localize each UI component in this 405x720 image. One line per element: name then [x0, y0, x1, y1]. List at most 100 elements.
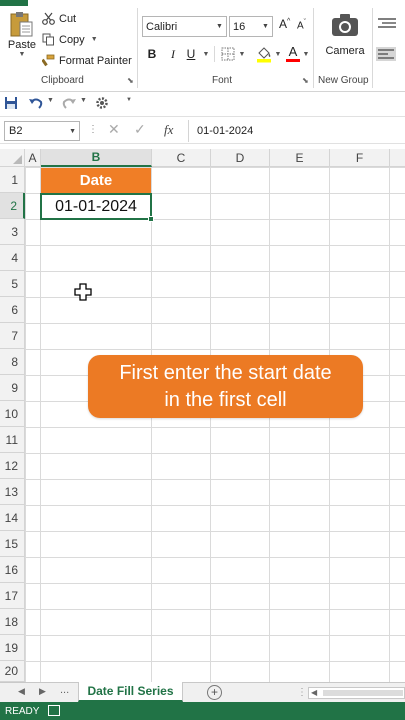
- underline-dropdown-icon[interactable]: ▼: [201, 44, 211, 64]
- macro-record-icon[interactable]: [48, 705, 60, 716]
- row-header-20[interactable]: 20: [0, 661, 25, 682]
- scroll-right-icon[interactable]: ▶: [39, 686, 46, 697]
- row-header-14[interactable]: 14: [0, 505, 25, 531]
- row-header-9[interactable]: 9: [0, 375, 25, 401]
- scissors-icon: [42, 12, 55, 25]
- grow-font-button[interactable]: A^: [279, 17, 290, 31]
- quick-access-toolbar: ▼ ▼ ▼: [0, 92, 405, 114]
- clipboard-launcher-icon[interactable]: ⬊: [127, 76, 134, 85]
- redo-button[interactable]: [61, 95, 77, 111]
- select-all-triangle-icon: [13, 155, 22, 164]
- name-box[interactable]: B2 ▼: [4, 121, 80, 141]
- row-header-15[interactable]: 15: [0, 531, 25, 557]
- borders-button[interactable]: [219, 44, 237, 64]
- cut-label: Cut: [59, 12, 77, 25]
- fill-color-button[interactable]: [254, 44, 274, 64]
- paste-button[interactable]: Paste ▼: [4, 10, 40, 72]
- copy-icon: [42, 33, 54, 46]
- row-header-2[interactable]: 2: [0, 193, 25, 219]
- fill-handle[interactable]: [148, 216, 154, 222]
- paste-icon: [10, 12, 33, 37]
- gear-icon: [96, 97, 108, 109]
- column-header-d[interactable]: D: [211, 149, 270, 167]
- redo-dropdown-icon[interactable]: ▼: [80, 97, 87, 104]
- cancel-icon[interactable]: ✕: [108, 121, 120, 138]
- column-header-f[interactable]: F: [330, 149, 390, 167]
- row-header-1[interactable]: 1: [0, 167, 25, 193]
- scroll-left-arrow-icon[interactable]: ◀: [311, 688, 317, 697]
- scrollbar-thumb[interactable]: [323, 690, 403, 696]
- worksheet-grid[interactable]: A B C D E F 1 2 3 4 5 6 7 8 9 10 11 12 1…: [0, 149, 405, 682]
- cell-b2-selected[interactable]: 01-01-2024: [40, 193, 152, 220]
- format-painter-button[interactable]: Format Painter: [42, 54, 132, 67]
- gridline: [210, 167, 211, 682]
- font-color-dropdown-icon[interactable]: ▼: [301, 44, 311, 64]
- up-caret-icon: ^: [287, 18, 291, 25]
- camera-button[interactable]: Camera: [318, 12, 372, 57]
- italic-button[interactable]: I: [166, 44, 180, 64]
- font-launcher-icon[interactable]: ⬊: [302, 76, 309, 85]
- align-left-button[interactable]: [376, 47, 398, 64]
- row-header-13[interactable]: 13: [0, 479, 25, 505]
- shrink-font-label: A: [297, 20, 304, 32]
- row-header-6[interactable]: 6: [0, 297, 25, 323]
- cell-b1-header[interactable]: Date: [41, 168, 151, 193]
- row-header-10[interactable]: 10: [0, 401, 25, 427]
- qat-more-icon[interactable]: ▼: [126, 97, 132, 103]
- cell-area[interactable]: [25, 167, 405, 682]
- scroll-left-icon[interactable]: ◀: [18, 686, 25, 697]
- horizontal-scrollbar[interactable]: ◀: [308, 687, 405, 699]
- column-header-e[interactable]: E: [270, 149, 330, 167]
- tab-split-icon[interactable]: ⋮: [297, 687, 307, 698]
- undo-dropdown-icon[interactable]: ▼: [47, 97, 54, 104]
- copy-label: Copy: [59, 33, 85, 46]
- format-painter-label: Format Painter: [59, 54, 132, 67]
- row-header-17[interactable]: 17: [0, 583, 25, 609]
- copy-dropdown-icon[interactable]: ▼: [91, 36, 98, 43]
- file-tab-edge[interactable]: [0, 0, 28, 6]
- row-header-4[interactable]: 4: [0, 245, 25, 271]
- column-header-next[interactable]: [390, 149, 405, 167]
- row-header-18[interactable]: 18: [0, 609, 25, 635]
- copy-button[interactable]: Copy ▼: [42, 33, 98, 46]
- font-size-select[interactable]: 16 ▼: [229, 16, 273, 37]
- font-color-swatch: [286, 59, 300, 62]
- borders-dropdown-icon[interactable]: ▼: [237, 44, 247, 64]
- cut-button[interactable]: Cut: [42, 12, 76, 25]
- font-divider: [214, 46, 215, 62]
- shrink-font-button[interactable]: Aˇ: [297, 19, 306, 31]
- undo-button[interactable]: [28, 95, 44, 111]
- fill-color-dropdown-icon[interactable]: ▼: [273, 44, 283, 64]
- bold-button[interactable]: B: [145, 44, 159, 64]
- save-button[interactable]: [4, 95, 18, 111]
- row-header-19[interactable]: 19: [0, 635, 25, 661]
- row-header-8[interactable]: 8: [0, 349, 25, 375]
- check-icon[interactable]: ✓: [134, 121, 146, 138]
- add-sheet-icon[interactable]: +: [207, 685, 222, 700]
- more-sheets-button[interactable]: ...: [60, 684, 69, 696]
- borders-icon: [221, 47, 235, 61]
- align-top-button[interactable]: [376, 18, 398, 31]
- column-header-b[interactable]: B: [41, 149, 152, 167]
- row-header-12[interactable]: 12: [0, 453, 25, 479]
- column-header-c[interactable]: C: [152, 149, 211, 167]
- paste-dropdown-icon[interactable]: ▼: [4, 51, 40, 58]
- row-header-5[interactable]: 5: [0, 271, 25, 297]
- font-color-button[interactable]: A: [285, 44, 301, 64]
- underline-button[interactable]: U: [184, 44, 198, 64]
- status-ready: READY: [5, 706, 40, 717]
- font-name-select[interactable]: Calibri ▼: [142, 16, 227, 37]
- sheet-tab-active[interactable]: Date Fill Series: [78, 682, 183, 702]
- group-divider: [372, 8, 373, 88]
- customize-button[interactable]: [94, 95, 110, 111]
- column-header-a[interactable]: A: [25, 149, 41, 167]
- select-all-button[interactable]: [0, 149, 25, 167]
- row-header-7[interactable]: 7: [0, 323, 25, 349]
- row-header-3[interactable]: 3: [0, 219, 25, 245]
- insert-function-button[interactable]: fx: [164, 122, 173, 138]
- ribbon: Paste ▼ Cut Copy ▼ Format Painter Clipbo…: [0, 0, 405, 92]
- row-header-16[interactable]: 16: [0, 557, 25, 583]
- formula-input[interactable]: 01-01-2024: [188, 120, 405, 142]
- callout-line-2: in the first cell: [164, 388, 287, 411]
- row-header-11[interactable]: 11: [0, 427, 25, 453]
